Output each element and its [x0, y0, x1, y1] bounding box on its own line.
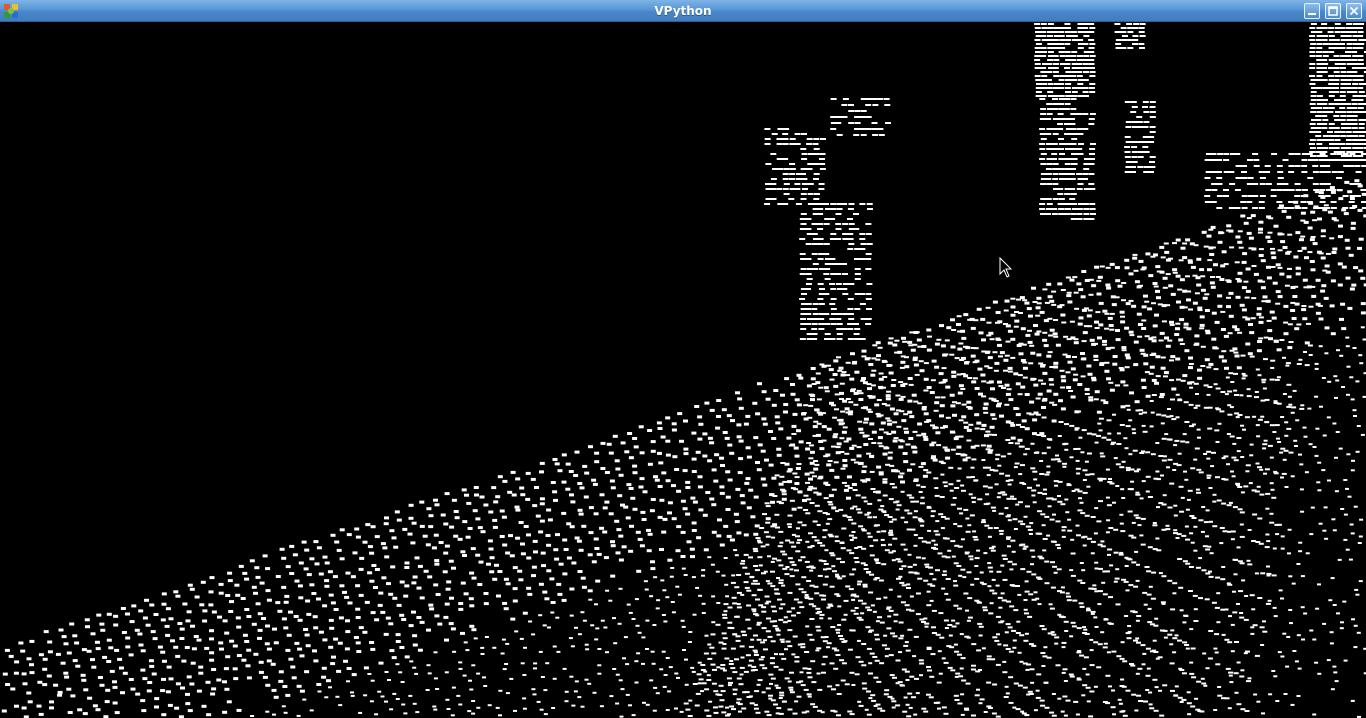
3d-scene-canvas[interactable]	[0, 23, 1366, 718]
window-title: VPython	[654, 4, 712, 18]
close-button[interactable]	[1346, 3, 1362, 19]
vpython-app-icon[interactable]	[3, 3, 19, 19]
close-icon	[1349, 6, 1359, 16]
minimize-icon	[1308, 13, 1316, 15]
minimize-button[interactable]	[1304, 3, 1320, 19]
point-cloud	[1, 23, 1366, 718]
title-bar[interactable]: VPython	[0, 0, 1366, 22]
maximize-icon	[1328, 6, 1338, 16]
vpython-window: VPython	[0, 0, 1366, 718]
maximize-button[interactable]	[1325, 3, 1341, 19]
